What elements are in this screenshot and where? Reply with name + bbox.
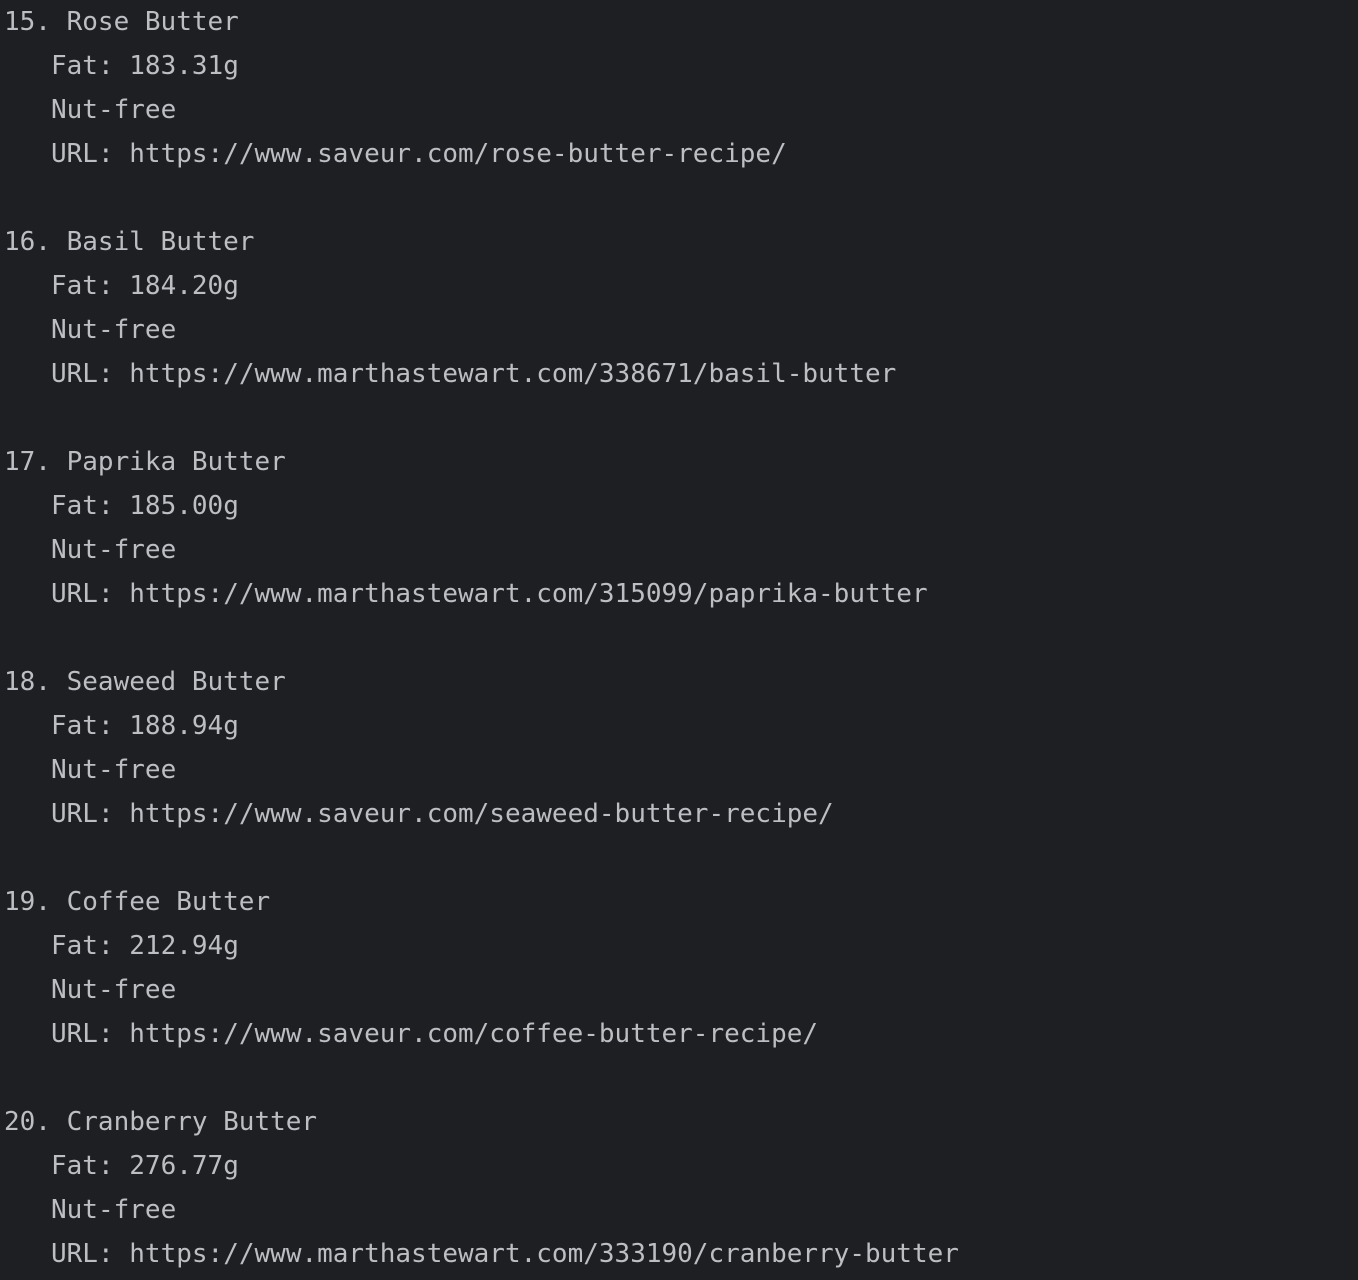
recipe-fat: Fat: 185.00g (4, 484, 1358, 528)
recipe-entry: 19. Coffee Butter Fat: 212.94g Nut-free … (4, 880, 1358, 1100)
recipe-entry: 20. Cranberry Butter Fat: 276.77g Nut-fr… (4, 1100, 1358, 1280)
url-value[interactable]: https://www.marthastewart.com/333190/cra… (129, 1239, 959, 1269)
recipe-allergen: Nut-free (51, 755, 177, 785)
url-value[interactable]: https://www.marthastewart.com/338671/bas… (129, 359, 896, 389)
fat-label: Fat: (51, 711, 114, 741)
url-label: URL: (51, 1019, 114, 1049)
recipe-name: Seaweed Butter (66, 667, 286, 697)
fat-label: Fat: (51, 1151, 114, 1181)
recipe-title: 19. Coffee Butter (4, 880, 1358, 924)
fat-value: 212.94g (129, 931, 239, 961)
url-label: URL: (51, 799, 114, 829)
recipe-url: URL: https://www.marthastewart.com/31509… (4, 572, 1358, 616)
recipe-title: 20. Cranberry Butter (4, 1100, 1358, 1144)
recipe-fat: Fat: 212.94g (4, 924, 1358, 968)
fat-label: Fat: (51, 491, 114, 521)
url-label: URL: (51, 579, 114, 609)
fat-value: 188.94g (129, 711, 239, 741)
recipe-entry: 16. Basil Butter Fat: 184.20g Nut-free U… (4, 220, 1358, 440)
recipe-allergen: Nut-free (51, 95, 177, 125)
recipe-url: URL: https://www.saveur.com/seaweed-butt… (4, 792, 1358, 836)
fat-label: Fat: (51, 51, 114, 81)
recipe-name: Basil Butter (66, 227, 255, 257)
recipe-name: Paprika Butter (66, 447, 286, 477)
recipe-allergen: Nut-free (51, 1195, 177, 1225)
recipe-number: 17. (4, 447, 51, 477)
recipe-url: URL: https://www.marthastewart.com/33867… (4, 352, 1358, 396)
recipe-entry: 18. Seaweed Butter Fat: 188.94g Nut-free… (4, 660, 1358, 880)
url-value[interactable]: https://www.saveur.com/rose-butter-recip… (129, 139, 786, 169)
url-value[interactable]: https://www.saveur.com/coffee-butter-rec… (129, 1019, 818, 1049)
console-output: 15. Rose Butter Fat: 183.31g Nut-free UR… (0, 0, 1358, 1280)
recipe-url: URL: https://www.saveur.com/rose-butter-… (4, 132, 1358, 176)
recipe-fat: Fat: 184.20g (4, 264, 1358, 308)
recipe-title: 18. Seaweed Butter (4, 660, 1358, 704)
recipe-allergen: Nut-free (51, 535, 177, 565)
recipe-name: Coffee Butter (66, 887, 271, 917)
recipe-url: URL: https://www.marthastewart.com/33319… (4, 1232, 1358, 1276)
fat-value: 185.00g (129, 491, 239, 521)
fat-value: 184.20g (129, 271, 239, 301)
recipe-number: 16. (4, 227, 51, 257)
fat-label: Fat: (51, 931, 114, 961)
recipe-number: 15. (4, 7, 51, 37)
recipe-fat: Fat: 183.31g (4, 44, 1358, 88)
recipe-entry: 17. Paprika Butter Fat: 185.00g Nut-free… (4, 440, 1358, 660)
fat-label: Fat: (51, 271, 114, 301)
recipe-title: 17. Paprika Butter (4, 440, 1358, 484)
recipe-fat: Fat: 276.77g (4, 1144, 1358, 1188)
url-value[interactable]: https://www.saveur.com/seaweed-butter-re… (129, 799, 833, 829)
recipe-name: Rose Butter (66, 7, 239, 37)
fat-value: 276.77g (129, 1151, 239, 1181)
recipe-url: URL: https://www.saveur.com/coffee-butte… (4, 1012, 1358, 1056)
url-value[interactable]: https://www.marthastewart.com/315099/pap… (129, 579, 927, 609)
recipe-number: 19. (4, 887, 51, 917)
recipe-name: Cranberry Butter (66, 1107, 318, 1137)
recipe-number: 20. (4, 1107, 51, 1137)
url-label: URL: (51, 359, 114, 389)
url-label: URL: (51, 1239, 114, 1269)
fat-value: 183.31g (129, 51, 239, 81)
recipe-allergen: Nut-free (51, 315, 177, 345)
recipe-title: 15. Rose Butter (4, 0, 1358, 44)
recipe-allergen: Nut-free (51, 975, 177, 1005)
recipe-number: 18. (4, 667, 51, 697)
recipe-fat: Fat: 188.94g (4, 704, 1358, 748)
recipe-entry: 15. Rose Butter Fat: 183.31g Nut-free UR… (4, 0, 1358, 220)
recipe-title: 16. Basil Butter (4, 220, 1358, 264)
url-label: URL: (51, 139, 114, 169)
